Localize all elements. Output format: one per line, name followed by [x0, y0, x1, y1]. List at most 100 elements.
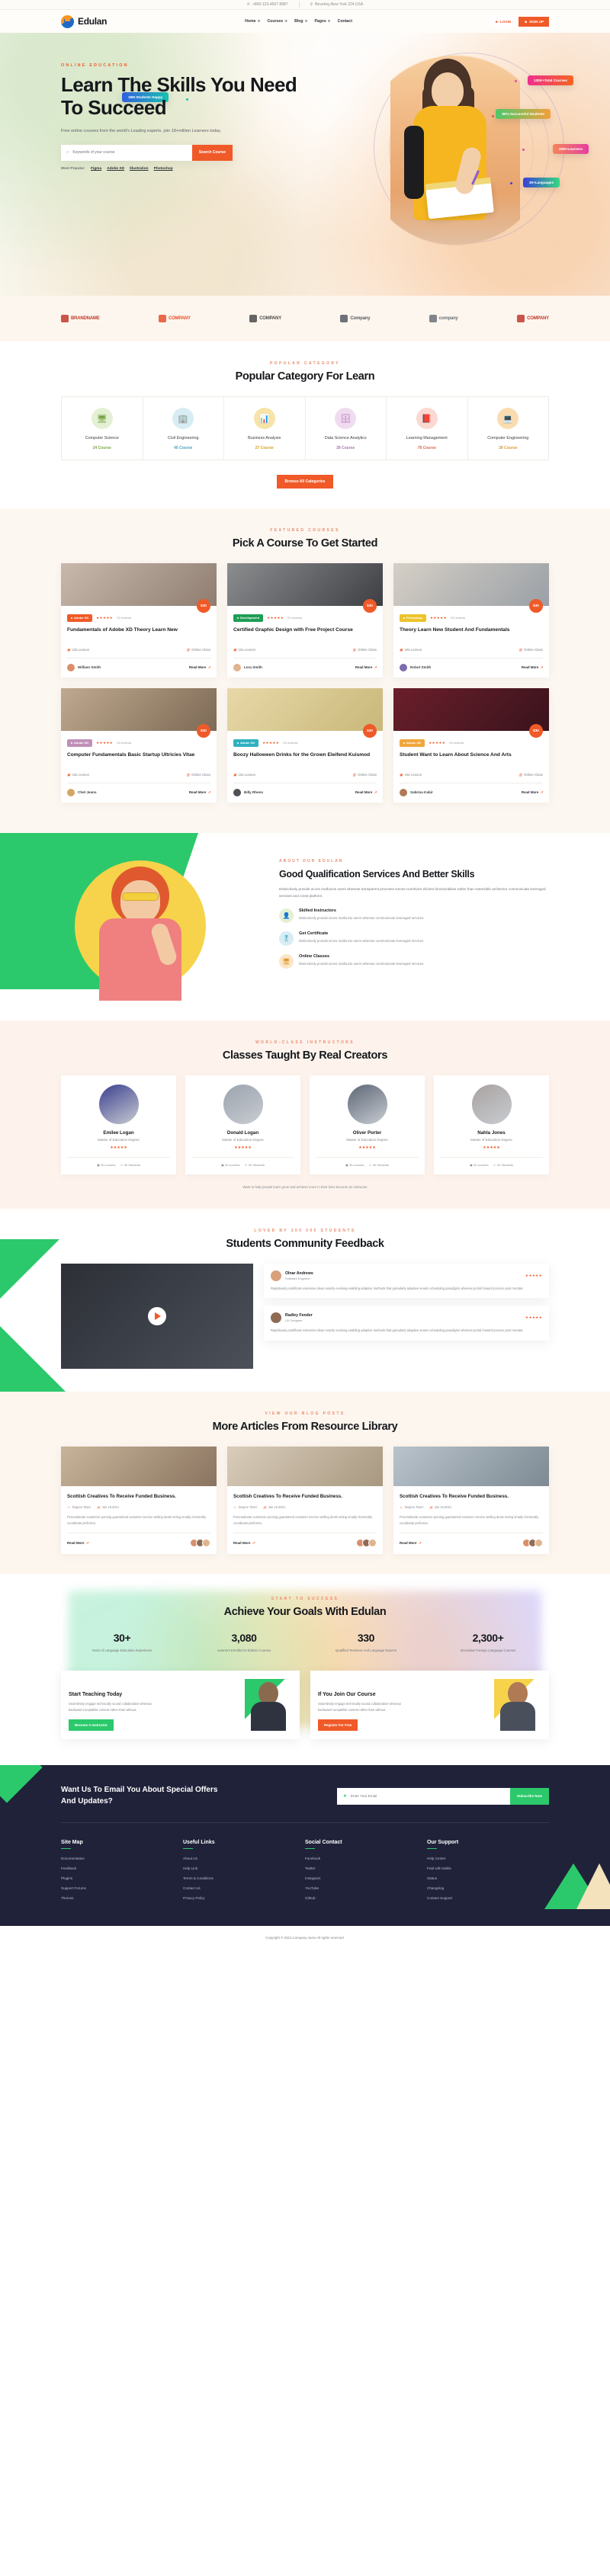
blog-avatars [190, 1539, 210, 1548]
blog-read-more[interactable]: Read More ↗ [67, 1541, 88, 1546]
subscribe-button[interactable]: Subscribe Now [509, 1787, 549, 1805]
courses-title: Pick A Course To Get Started [232, 537, 378, 549]
brand-logo[interactable]: COMPANY [158, 315, 191, 322]
category-card[interactable]: 🗄 Data Science Analytics 28 Course [305, 397, 387, 460]
nav-item-home[interactable]: Home ✛ [245, 19, 260, 24]
brand-logo[interactable]: Company [340, 315, 371, 322]
footer-link[interactable]: Feedback [61, 1866, 183, 1870]
play-icon[interactable] [148, 1306, 166, 1325]
brand-logo[interactable]: COMPANY [249, 315, 281, 322]
course-reviews: 03 reviews [287, 616, 303, 620]
instructor-card[interactable]: Nahla Jones Master of Education Degree ★… [434, 1075, 549, 1174]
logo[interactable]: Edulan [61, 14, 108, 28]
footer-link[interactable]: Contact Support [427, 1896, 549, 1900]
course-lessons: ▣ 18x Lesson [233, 772, 256, 777]
brand-logo[interactable]: BRANDNAME [61, 315, 100, 322]
footer-link[interactable]: Status [427, 1876, 549, 1880]
course-read-more[interactable]: Read More ↗ [522, 665, 543, 670]
category-card[interactable]: 📊 Business Analysis 27 Course [224, 397, 306, 460]
course-author[interactable]: Sabrina Kabir [400, 788, 433, 796]
course-class-type: ▥ Online Class [352, 772, 377, 777]
category-card[interactable]: 🖥 Computer Science 24 Course [62, 397, 143, 460]
blog-card[interactable]: Scottish Creatives To Receive Funded Bus… [227, 1446, 383, 1555]
blog-card[interactable]: Scottish Creatives To Receive Funded Bus… [61, 1446, 217, 1555]
course-tag[interactable]: Development [233, 614, 264, 622]
popular-link-figma[interactable]: Figma [91, 167, 101, 171]
nav-item-pages[interactable]: Pages ✛ [314, 19, 330, 24]
course-card[interactable]: $30 Adobe XD ★★★★★ 03 reviews Fundamenta… [61, 562, 217, 678]
courses-section: FEATURED COURSES Pick A Course To Get St… [0, 508, 610, 833]
feedback-video[interactable] [61, 1263, 253, 1369]
promo-button[interactable]: Register For Free [318, 1719, 358, 1732]
brand-logo[interactable]: company [429, 315, 458, 322]
search-course-button[interactable]: Search Course [191, 144, 233, 161]
topbar-phone[interactable]: ✆ +800-123-4567 8887 [247, 2, 288, 7]
footer-link[interactable]: Facebook [305, 1857, 427, 1860]
course-tag[interactable]: Adobe XD [67, 614, 93, 622]
footer-link[interactable]: Github [305, 1896, 427, 1900]
instructor-card[interactable]: Donald Logan Master of Education Degree … [185, 1075, 300, 1174]
footer-link[interactable]: Paid with Mollie [427, 1866, 549, 1870]
blog-avatars [356, 1539, 377, 1548]
footer-link[interactable]: Privacy Policy [183, 1896, 305, 1900]
course-read-more[interactable]: Read More ↗ [189, 665, 210, 670]
footer-link[interactable]: Documentation [61, 1857, 183, 1860]
popular-link-adobexd[interactable]: Adobe XD [107, 167, 124, 171]
course-author[interactable]: William Smith [67, 663, 101, 671]
blog-card[interactable]: Scottish Creatives To Receive Funded Bus… [393, 1446, 549, 1555]
footer-link[interactable]: Changelog [427, 1886, 549, 1890]
course-card[interactable]: $30 Development ★★★★★ 03 reviews Certifi… [227, 562, 383, 678]
popular-link-photoshop[interactable]: Photoshop [154, 167, 173, 171]
blog-read-more[interactable]: Read More ↗ [233, 1541, 255, 1546]
course-card[interactable]: $30 Adobe XD ★★★★★ 03 reviews Computer F… [61, 687, 217, 803]
footer-link[interactable]: Help Center [427, 1857, 549, 1860]
brand-mark-icon [249, 315, 258, 322]
instructor-card[interactable]: Emilee Logan Master of Education Degree … [61, 1075, 176, 1174]
course-read-more[interactable]: Read More ↗ [355, 790, 377, 795]
course-card[interactable]: $30 Adobe XD ★★★★★ 03 reviews Student Wa… [393, 687, 549, 803]
blog-read-more[interactable]: Read More ↗ [400, 1541, 421, 1546]
brand-logo[interactable]: COMPANY [517, 315, 549, 322]
instructor-card[interactable]: Oliver Porter Master of Education Degree… [310, 1075, 425, 1174]
footer-link[interactable]: Instagram [305, 1876, 427, 1880]
course-card[interactable]: $30 Adobe XD ★★★★★ 03 reviews Boozy Hall… [227, 687, 383, 803]
stat-value: 330 [357, 1632, 375, 1645]
nav-item-blog[interactable]: Blog ✛ [294, 19, 307, 24]
course-author[interactable]: Chet Jeans [67, 788, 97, 796]
course-tag[interactable]: Adobe XD [233, 739, 259, 747]
course-tag[interactable]: Adobe XD [400, 739, 425, 747]
category-card[interactable]: 💻 Computer Engineering 28 Course [467, 397, 548, 460]
footer-link[interactable]: Terms & Conditions [183, 1876, 305, 1880]
category-card[interactable]: 🏢 Civil Engineering 40 Course [143, 397, 224, 460]
newsletter-email-input[interactable] [351, 1794, 510, 1799]
course-read-more[interactable]: Read More ↗ [355, 665, 377, 670]
footer-link[interactable]: YouTube [305, 1886, 427, 1890]
course-read-more[interactable]: Read More ↗ [189, 790, 210, 795]
course-card[interactable]: $30 Photoshop ★★★★★ 03 reviews Theory Le… [393, 562, 549, 678]
footer-link[interactable]: Twitter [305, 1866, 427, 1870]
footer-link[interactable]: Help Link [183, 1866, 305, 1870]
category-card[interactable]: 📕 Learning Management 78 Course [387, 397, 468, 460]
avatar [471, 1084, 512, 1124]
browse-categories-button[interactable]: Browse All Categories [276, 474, 334, 489]
chevron-down-icon: ✛ [304, 19, 308, 23]
course-author[interactable]: Robot Smith [400, 663, 431, 671]
footer-link[interactable]: Plugins [61, 1876, 183, 1880]
footer-link[interactable]: Contact Us [183, 1886, 305, 1890]
course-tag[interactable]: Photoshop [400, 614, 426, 622]
course-read-more[interactable]: Read More ↗ [522, 790, 543, 795]
promo-button[interactable]: Become A Instructor [69, 1719, 114, 1732]
signup-button[interactable]: ☻ SIGN UP [518, 16, 549, 27]
course-tag[interactable]: Adobe XD [67, 739, 93, 747]
nav-item-courses[interactable]: Courses ✛ [267, 19, 287, 24]
footer-link[interactable]: About Us [183, 1857, 305, 1860]
course-author[interactable]: Lora Smith [233, 663, 262, 671]
footer-column-title: Social Contact [305, 1840, 427, 1850]
course-author[interactable]: Billy Rhens [233, 788, 263, 796]
popular-link-illustration[interactable]: Illustration [130, 167, 149, 171]
login-button[interactable]: ☻ LOGIN [490, 16, 516, 27]
footer-link[interactable]: Themes [61, 1896, 183, 1900]
nav-item-contact[interactable]: Contact [338, 19, 352, 24]
search-input[interactable] [72, 150, 192, 155]
footer-link[interactable]: Support Forums [61, 1886, 183, 1890]
